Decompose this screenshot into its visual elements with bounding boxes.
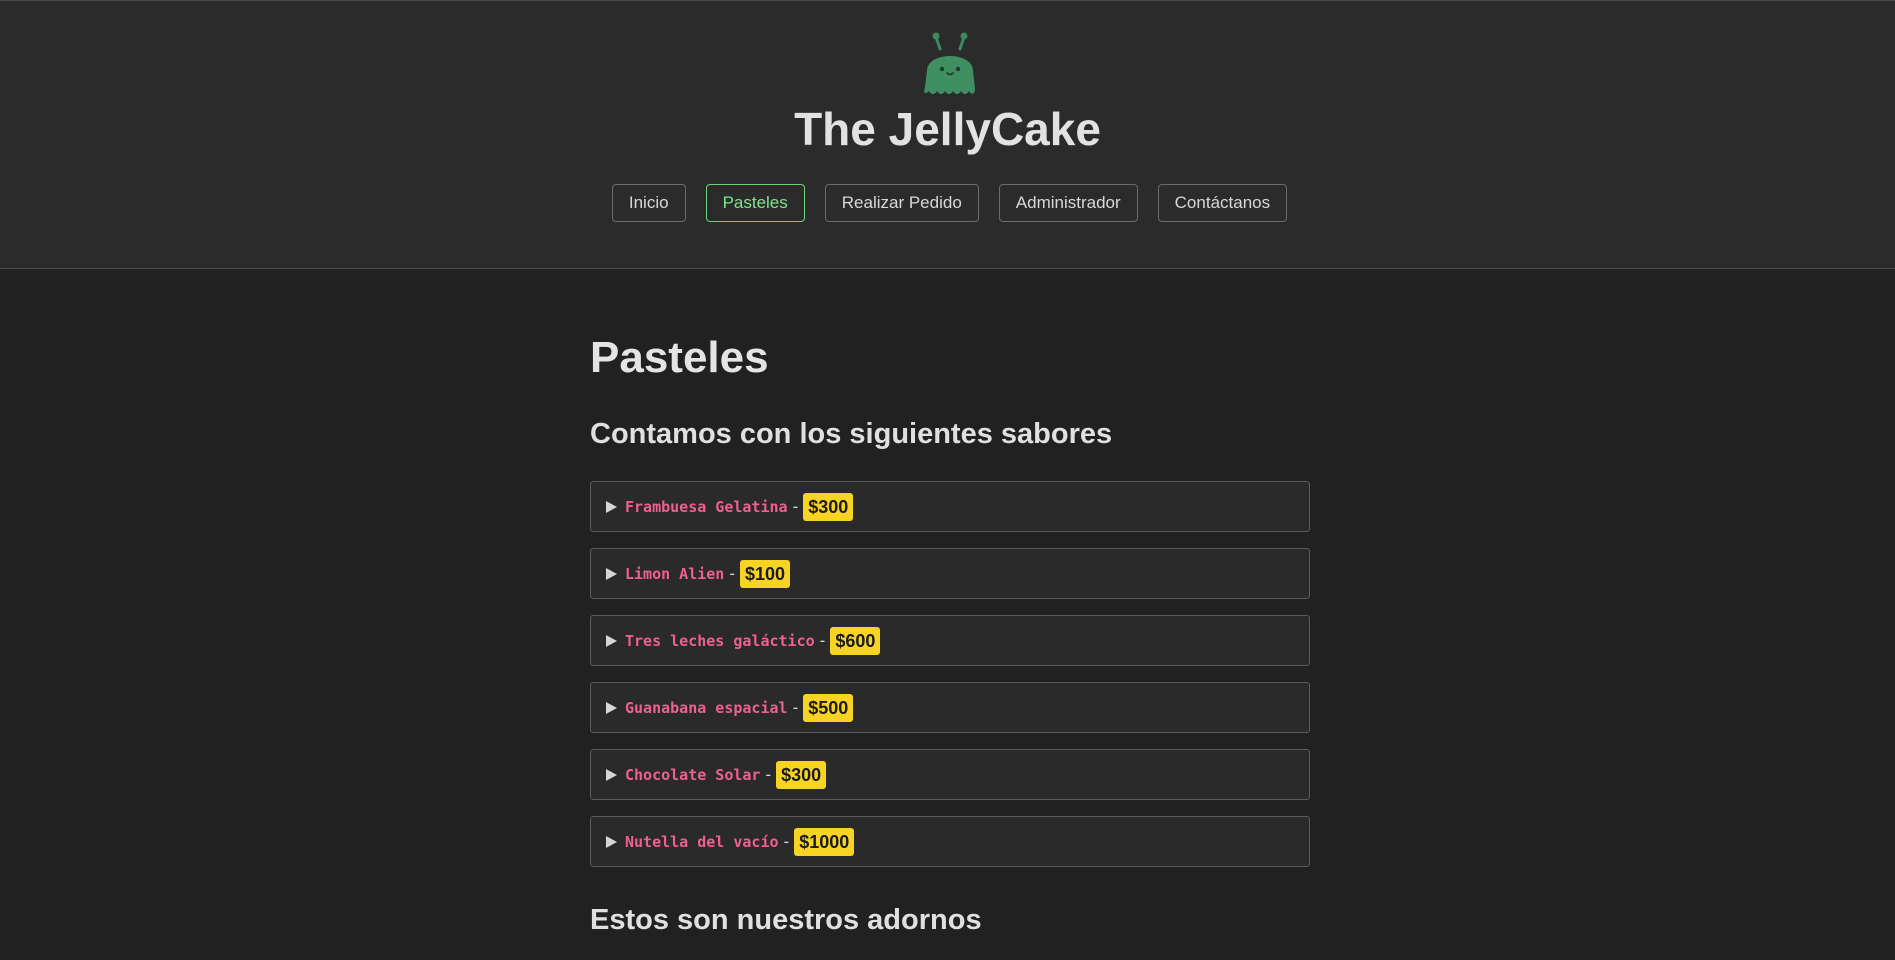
flavor-name: Frambuesa Gelatina — [625, 497, 788, 516]
flavor-name: Chocolate Solar — [625, 765, 761, 784]
separator: - — [792, 697, 799, 717]
decorations-heading: Estos son nuestros adornos — [590, 904, 982, 936]
disclosure-triangle-icon — [606, 500, 617, 513]
nav-realizar-pedido-button[interactable]: Realizar Pedido — [824, 184, 979, 222]
disclosure-triangle-icon — [606, 835, 617, 848]
flavor-name: Limon Alien — [625, 564, 725, 583]
price-badge: $600 — [830, 626, 881, 655]
nav-pasteles-button[interactable]: Pasteles — [705, 184, 805, 222]
price-badge: $300 — [803, 492, 854, 521]
separator: - — [783, 831, 790, 851]
flavor-name: Guanabana espacial — [625, 698, 788, 717]
flavor-name: Nutella del vacío — [625, 832, 779, 851]
flavor-name: Tres leches galáctico — [625, 631, 815, 650]
nav-contactanos-button[interactable]: Contáctanos — [1157, 184, 1288, 222]
flavor-item[interactable]: Nutella del vacío - $1000 — [590, 816, 1310, 867]
flavors-list: Frambuesa Gelatina - $300 Limon Alien - … — [590, 481, 1310, 883]
price-badge: $1000 — [794, 827, 855, 856]
page-title: Pasteles — [590, 333, 769, 382]
nav-inicio-button[interactable]: Inicio — [611, 184, 686, 222]
site-title: The JellyCake — [794, 103, 1101, 155]
separator: - — [729, 563, 736, 583]
separator: - — [792, 496, 799, 516]
flavor-item[interactable]: Limon Alien - $100 — [590, 548, 1310, 599]
price-badge: $300 — [776, 760, 827, 789]
flavor-item[interactable]: Guanabana espacial - $500 — [590, 682, 1310, 733]
green-alien-jelly-logo-icon — [924, 32, 975, 94]
flavor-item[interactable]: Chocolate Solar - $300 — [590, 749, 1310, 800]
disclosure-triangle-icon — [606, 634, 617, 647]
site-header: The JellyCake Inicio Pasteles Realizar P… — [0, 0, 1895, 269]
main-nav: Inicio Pasteles Realizar Pedido Administ… — [0, 184, 1895, 222]
disclosure-triangle-icon — [606, 567, 617, 580]
flavor-item[interactable]: Frambuesa Gelatina - $300 — [590, 481, 1310, 532]
flavors-heading: Contamos con los siguientes sabores — [590, 418, 1113, 450]
nav-administrador-button[interactable]: Administrador — [998, 184, 1138, 222]
price-badge: $500 — [803, 693, 854, 722]
price-badge: $100 — [740, 559, 791, 588]
separator: - — [765, 764, 772, 784]
flavor-item[interactable]: Tres leches galáctico - $600 — [590, 615, 1310, 666]
separator: - — [819, 630, 826, 650]
disclosure-triangle-icon — [606, 701, 617, 714]
disclosure-triangle-icon — [606, 768, 617, 781]
